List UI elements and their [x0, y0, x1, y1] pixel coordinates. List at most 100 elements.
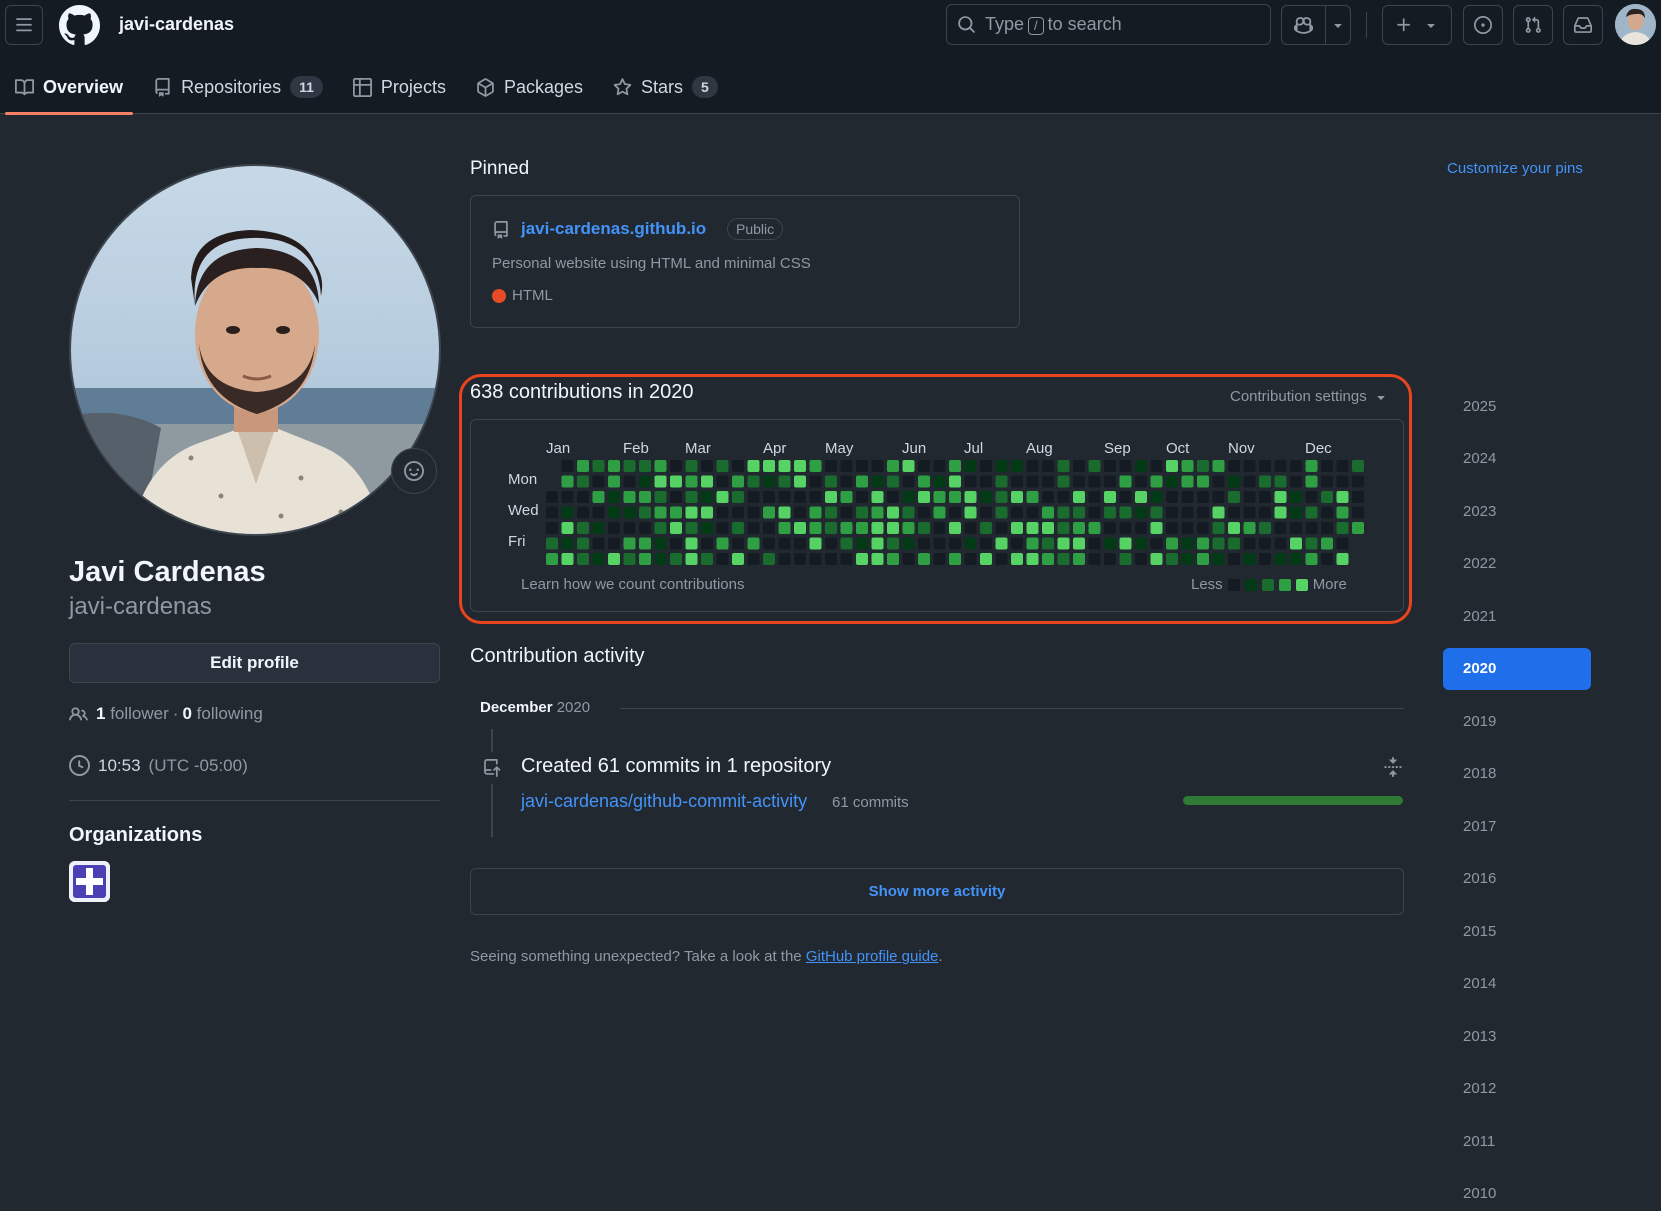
calendar-day-cell[interactable]	[1305, 475, 1318, 488]
calendar-day-cell[interactable]	[1150, 506, 1163, 519]
calendar-day-cell[interactable]	[577, 460, 589, 472]
calendar-day-cell[interactable]	[1212, 460, 1225, 472]
calendar-day-cell[interactable]	[561, 491, 574, 503]
calendar-day-cell[interactable]	[902, 491, 915, 503]
calendar-day-cell[interactable]	[794, 491, 806, 503]
calendar-day-cell[interactable]	[623, 460, 636, 472]
calendar-day-cell[interactable]	[1011, 491, 1023, 503]
calendar-day-cell[interactable]	[918, 460, 930, 472]
calendar-day-cell[interactable]	[1274, 475, 1287, 488]
calendar-day-cell[interactable]	[871, 491, 884, 503]
edit-profile-button[interactable]: Edit profile	[69, 643, 440, 683]
calendar-day-cell[interactable]	[1259, 475, 1271, 488]
calendar-day-cell[interactable]	[1228, 460, 1240, 472]
calendar-day-cell[interactable]	[1305, 460, 1318, 472]
year-link-2012[interactable]: 2012	[1443, 1068, 1591, 1110]
calendar-day-cell[interactable]	[1104, 553, 1116, 565]
calendar-day-cell[interactable]	[1290, 506, 1302, 519]
calendar-day-cell[interactable]	[561, 475, 574, 488]
calendar-day-cell[interactable]	[1042, 460, 1054, 472]
year-link-2025[interactable]: 2025	[1443, 385, 1591, 427]
calendar-day-cell[interactable]	[1042, 506, 1054, 519]
calendar-day-cell[interactable]	[732, 537, 744, 550]
calendar-day-cell[interactable]	[577, 537, 589, 550]
calendar-day-cell[interactable]	[1166, 506, 1178, 519]
calendar-day-cell[interactable]	[747, 506, 760, 519]
calendar-day-cell[interactable]	[1197, 475, 1209, 488]
calendar-day-cell[interactable]	[1166, 475, 1178, 488]
calendar-day-cell[interactable]	[918, 475, 930, 488]
calendar-day-cell[interactable]	[1104, 491, 1116, 503]
calendar-day-cell[interactable]	[1228, 522, 1240, 534]
calendar-day-cell[interactable]	[778, 491, 791, 503]
calendar-day-cell[interactable]	[1119, 522, 1132, 534]
year-link-2013[interactable]: 2013	[1443, 1015, 1591, 1057]
calendar-day-cell[interactable]	[840, 475, 853, 488]
calendar-day-cell[interactable]	[1057, 460, 1070, 472]
calendar-day-cell[interactable]	[685, 522, 698, 534]
profile-avatar[interactable]	[69, 164, 441, 536]
calendar-day-cell[interactable]	[1135, 553, 1147, 565]
year-link-2016[interactable]: 2016	[1443, 858, 1591, 900]
calendar-day-cell[interactable]	[1228, 553, 1240, 565]
calendar-day-cell[interactable]	[1057, 522, 1070, 534]
pinned-repo-link[interactable]: javi-cardenas.github.io	[521, 219, 706, 239]
calendar-day-cell[interactable]	[980, 537, 992, 550]
calendar-day-cell[interactable]	[623, 553, 636, 565]
tab-repositories[interactable]: Repositories 11	[143, 60, 333, 114]
calendar-day-cell[interactable]	[1088, 553, 1101, 565]
calendar-day-cell[interactable]	[1073, 553, 1085, 565]
calendar-day-cell[interactable]	[1150, 460, 1163, 472]
calendar-day-cell[interactable]	[639, 522, 651, 534]
calendar-day-cell[interactable]	[1321, 506, 1333, 519]
create-new-button[interactable]	[1382, 5, 1452, 45]
calendar-day-cell[interactable]	[778, 506, 791, 519]
calendar-day-cell[interactable]	[670, 522, 682, 534]
year-link-2014[interactable]: 2014	[1443, 963, 1591, 1005]
calendar-day-cell[interactable]	[887, 522, 899, 534]
calendar-day-cell[interactable]	[1150, 537, 1163, 550]
calendar-day-cell[interactable]	[654, 522, 667, 534]
calendar-day-cell[interactable]	[1088, 522, 1101, 534]
calendar-day-cell[interactable]	[716, 475, 729, 488]
calendar-day-cell[interactable]	[1274, 506, 1287, 519]
calendar-day-cell[interactable]	[747, 475, 760, 488]
calendar-day-cell[interactable]	[1197, 491, 1209, 503]
calendar-day-cell[interactable]	[918, 522, 930, 534]
calendar-day-cell[interactable]	[1181, 506, 1194, 519]
calendar-day-cell[interactable]	[1259, 460, 1271, 472]
calendar-day-cell[interactable]	[654, 491, 667, 503]
calendar-day-cell[interactable]	[546, 522, 558, 534]
calendar-day-cell[interactable]	[1011, 537, 1023, 550]
calendar-day-cell[interactable]	[809, 553, 822, 565]
calendar-day-cell[interactable]	[623, 522, 636, 534]
calendar-day-cell[interactable]	[1119, 506, 1132, 519]
organization-avatar[interactable]	[69, 861, 110, 902]
calendar-day-cell[interactable]	[809, 522, 822, 534]
calendar-day-cell[interactable]	[670, 475, 682, 488]
calendar-day-cell[interactable]	[949, 460, 961, 472]
calendar-day-cell[interactable]	[871, 460, 884, 472]
calendar-day-cell[interactable]	[701, 522, 713, 534]
calendar-day-cell[interactable]	[1119, 537, 1132, 550]
calendar-day-cell[interactable]	[1026, 491, 1039, 503]
calendar-day-cell[interactable]	[639, 553, 651, 565]
calendar-day-cell[interactable]	[1073, 506, 1085, 519]
calendar-day-cell[interactable]	[794, 506, 806, 519]
calendar-day-cell[interactable]	[1321, 491, 1333, 503]
calendar-day-cell[interactable]	[639, 460, 651, 472]
show-more-activity-button[interactable]: Show more activity	[470, 868, 1404, 915]
calendar-day-cell[interactable]	[1181, 491, 1194, 503]
calendar-day-cell[interactable]	[763, 491, 775, 503]
calendar-day-cell[interactable]	[639, 506, 651, 519]
calendar-day-cell[interactable]	[763, 506, 775, 519]
calendar-day-cell[interactable]	[840, 522, 853, 534]
calendar-day-cell[interactable]	[1243, 522, 1256, 534]
calendar-day-cell[interactable]	[809, 475, 822, 488]
calendar-day-cell[interactable]	[995, 460, 1008, 472]
calendar-day-cell[interactable]	[1166, 522, 1178, 534]
calendar-day-cell[interactable]	[778, 553, 791, 565]
calendar-day-cell[interactable]	[1274, 553, 1287, 565]
calendar-day-cell[interactable]	[794, 553, 806, 565]
calendar-day-cell[interactable]	[1181, 475, 1194, 488]
